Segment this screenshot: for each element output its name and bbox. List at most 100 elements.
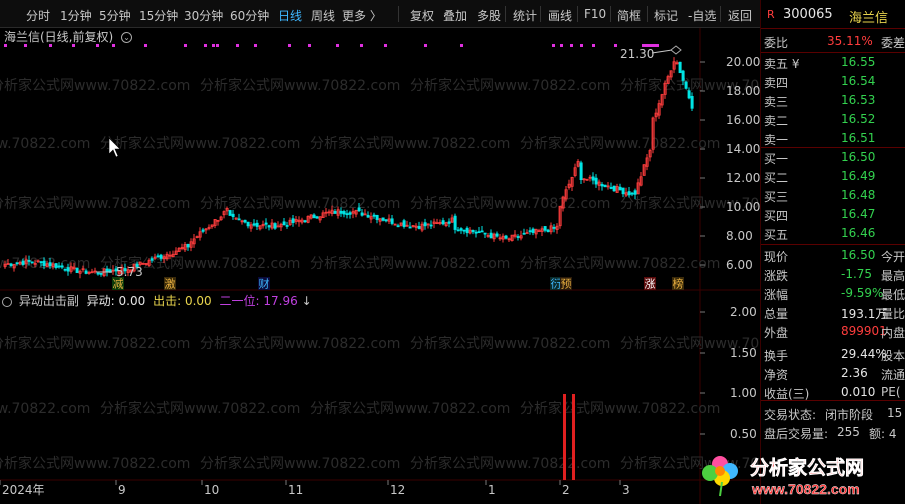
logo-cn: 分析家公式网 xyxy=(750,456,864,479)
toolbar-item-18[interactable]: 返回 xyxy=(728,7,752,24)
toolbar-item-17[interactable]: -自选 xyxy=(688,7,716,24)
event-tag[interactable]: 激 xyxy=(165,277,176,291)
indicator-axis-label: 1.00 xyxy=(730,386,757,400)
toolbar-item-12[interactable]: 统计 xyxy=(513,7,537,24)
candle-body xyxy=(315,216,319,219)
time-axis-label: 10 xyxy=(204,483,219,497)
watermark-text: 分析家公式网www.70822.com xyxy=(520,400,720,417)
buy-row-1: 买二 16.49 xyxy=(761,167,905,186)
toolbar-item-15[interactable]: 简框 xyxy=(617,7,641,24)
signal-dot xyxy=(212,44,215,47)
toolbar-item-4[interactable]: 30分钟 xyxy=(184,7,223,24)
trade-status-row: 交易状态: 闭市阶段 15 xyxy=(761,404,905,423)
stat-row-5: 换手 29.44% 股本 xyxy=(761,345,905,364)
event-tag[interactable]: 榜 xyxy=(673,277,684,291)
toolbar-item-9[interactable]: 复权 xyxy=(410,7,434,24)
candle-body xyxy=(252,223,256,226)
indicator-axis-label: 2.00 xyxy=(730,305,757,319)
stat-row-3: 总量 193.1万 量比 xyxy=(761,303,905,322)
candle-body xyxy=(552,226,556,229)
buy-row-3-label: 买四 xyxy=(764,209,789,223)
candle-body xyxy=(621,187,625,195)
candle-body xyxy=(480,230,484,233)
event-tag[interactable]: 预 xyxy=(561,278,572,291)
stat-row-6-extra: 流通 xyxy=(881,368,905,382)
kline-chart-svg[interactable]: 分析家公式网www.70822.com 分析家公式网www.70822.com 分析… xyxy=(0,28,760,504)
candle-body xyxy=(186,243,190,248)
candle-body xyxy=(54,263,58,268)
candle-body xyxy=(63,268,67,271)
sell-row-1-value: 16.54 xyxy=(841,74,876,88)
event-tag[interactable]: 减 xyxy=(113,278,124,291)
toolbar-item-0[interactable]: 分时 xyxy=(26,7,50,24)
toolbar-item-1[interactable]: 1分钟 xyxy=(60,7,92,24)
candle-body xyxy=(231,213,235,218)
toolbar-item-6[interactable]: 日线 xyxy=(278,7,302,24)
watermark-text: 分析家公式网www.70822.com xyxy=(310,400,510,417)
toolbar-item-3[interactable]: 15分钟 xyxy=(139,7,178,24)
candle-body xyxy=(441,220,445,225)
event-tag[interactable]: 财 xyxy=(259,277,270,291)
signal-dot xyxy=(384,44,387,47)
candle-body xyxy=(690,96,694,109)
signal-dot xyxy=(424,44,427,47)
chart-title-text: 海兰信(日线,前复权) xyxy=(4,30,114,44)
candle-body xyxy=(348,212,352,215)
toolbar-separator xyxy=(540,6,541,22)
period-toolbar: 分时 1分钟 5分钟 15分钟 30分钟 60分钟 日线 周线 更多 〉 复权 叠加 多股 统计 画线 F1… xyxy=(0,0,760,28)
candle-body xyxy=(543,226,547,231)
toolbar-item-7[interactable]: 周线 xyxy=(311,7,335,24)
candle-body xyxy=(381,217,385,221)
toolbar-item-14[interactable]: F10 xyxy=(584,7,606,21)
indicator-name[interactable]: 异动出击副 xyxy=(19,294,79,308)
candle-body xyxy=(48,262,52,267)
indicator-axis-label: 0.50 xyxy=(730,427,757,441)
stat-row-0-extra: 今开 xyxy=(881,250,905,264)
toolbar-item-5[interactable]: 60分钟 xyxy=(230,7,269,24)
toolbar-separator xyxy=(398,6,399,22)
signal-dot xyxy=(552,44,555,47)
toolbar-item-2[interactable]: 5分钟 xyxy=(99,7,131,24)
stat-row-2-extra: 最低 xyxy=(881,288,905,302)
toolbar-item-13[interactable]: 画线 xyxy=(548,7,572,24)
sell-row-0-value: 16.55 xyxy=(841,55,876,69)
candle-body xyxy=(465,227,469,234)
signal-dot xyxy=(614,44,617,47)
sell-row-0-label: 卖五 ¥ xyxy=(764,57,800,71)
ey-value: 17.96 xyxy=(263,294,298,308)
stat-row-4-extra: 内盘 xyxy=(881,326,905,340)
sell-row-2-value: 16.53 xyxy=(841,93,876,107)
stat-row-1-label: 涨跌 xyxy=(764,269,789,283)
candle-body xyxy=(357,207,361,212)
stat-row-5-label: 换手 xyxy=(764,349,789,363)
flower-logo-icon xyxy=(702,456,738,497)
after-hours-row: 盘后交易量: 255 额: 4 xyxy=(761,423,905,442)
candle-body xyxy=(528,230,532,233)
signal-dot xyxy=(336,44,339,47)
toolbar-separator xyxy=(720,6,721,22)
kline-chart-area[interactable]: 分析家公式网www.70822.com 分析家公式网www.70822.com 分析… xyxy=(0,28,760,504)
chevron-down-circle-icon[interactable]: ⌄ xyxy=(121,32,133,43)
time-axis-label: 2024年 xyxy=(2,483,45,497)
candle-body xyxy=(21,260,25,265)
gear-icon[interactable] xyxy=(2,296,12,307)
candle-body xyxy=(522,232,526,235)
stat-row-2-label: 涨幅 xyxy=(764,288,789,302)
sell-row-4-value: 16.51 xyxy=(841,131,876,145)
candle-body xyxy=(489,232,493,239)
buy-row-2-value: 16.48 xyxy=(841,188,876,202)
indicator-bar xyxy=(563,394,566,480)
after-hours-value: 255 xyxy=(837,425,860,439)
stat-row-3-extra: 量比 xyxy=(881,307,905,321)
watermark-text: 分析家公式网www.70822.com xyxy=(410,195,610,212)
event-tag[interactable]: 涨 xyxy=(645,278,656,291)
candle-body xyxy=(579,162,583,181)
candle-body xyxy=(483,232,487,235)
toolbar-item-11[interactable]: 多股 xyxy=(477,7,501,24)
toolbar-item-8[interactable]: 更多 〉 xyxy=(342,7,382,24)
toolbar-item-10[interactable]: 叠加 xyxy=(443,7,467,24)
time-axis-label: 9 xyxy=(118,483,126,497)
candle-body xyxy=(591,176,595,181)
candle-body xyxy=(150,258,154,261)
toolbar-item-16[interactable]: 标记 xyxy=(654,7,678,24)
